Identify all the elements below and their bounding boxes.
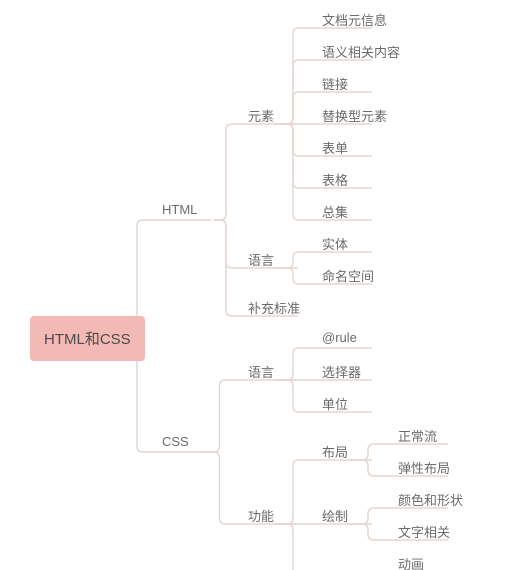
- tree-node: 语言: [248, 362, 274, 381]
- edge-layer: [0, 0, 512, 570]
- tree-node: 总集: [322, 202, 348, 221]
- tree-node: 元素: [248, 106, 274, 125]
- tree-node: 布局: [322, 442, 348, 461]
- tree-node: 单位: [322, 394, 348, 413]
- tree-node: HTML: [162, 202, 197, 217]
- tree-node: 实体: [322, 234, 348, 253]
- tree-node: 功能: [248, 506, 274, 525]
- mindmap-canvas: HTML和CSS HTML 元素 文档元信息语义相关内容链接替换型元素表单表格总集语…: [0, 0, 512, 570]
- tree-node: 表格: [322, 170, 348, 189]
- tree-node: 表单: [322, 138, 348, 157]
- tree-node: 颜色和形状: [398, 490, 463, 509]
- tree-node: 替换型元素: [322, 106, 387, 125]
- root-node: HTML和CSS: [30, 316, 145, 361]
- tree-node: 动画: [398, 554, 424, 570]
- tree-node: 绘制: [322, 506, 348, 525]
- tree-node: @rule: [322, 330, 357, 345]
- tree-node: 命名空间: [322, 266, 374, 285]
- tree-node: 语义相关内容: [322, 42, 400, 61]
- tree-node: 补充标准: [248, 298, 300, 317]
- tree-node: 正常流: [398, 426, 437, 445]
- tree-node: 选择器: [322, 362, 361, 381]
- tree-node: CSS: [162, 434, 189, 449]
- tree-node: 文档元信息: [322, 10, 387, 29]
- tree-node: 语言: [248, 250, 274, 269]
- tree-node: 文字相关: [398, 522, 450, 541]
- tree-node: 链接: [322, 74, 348, 93]
- tree-node: 弹性布局: [398, 458, 450, 477]
